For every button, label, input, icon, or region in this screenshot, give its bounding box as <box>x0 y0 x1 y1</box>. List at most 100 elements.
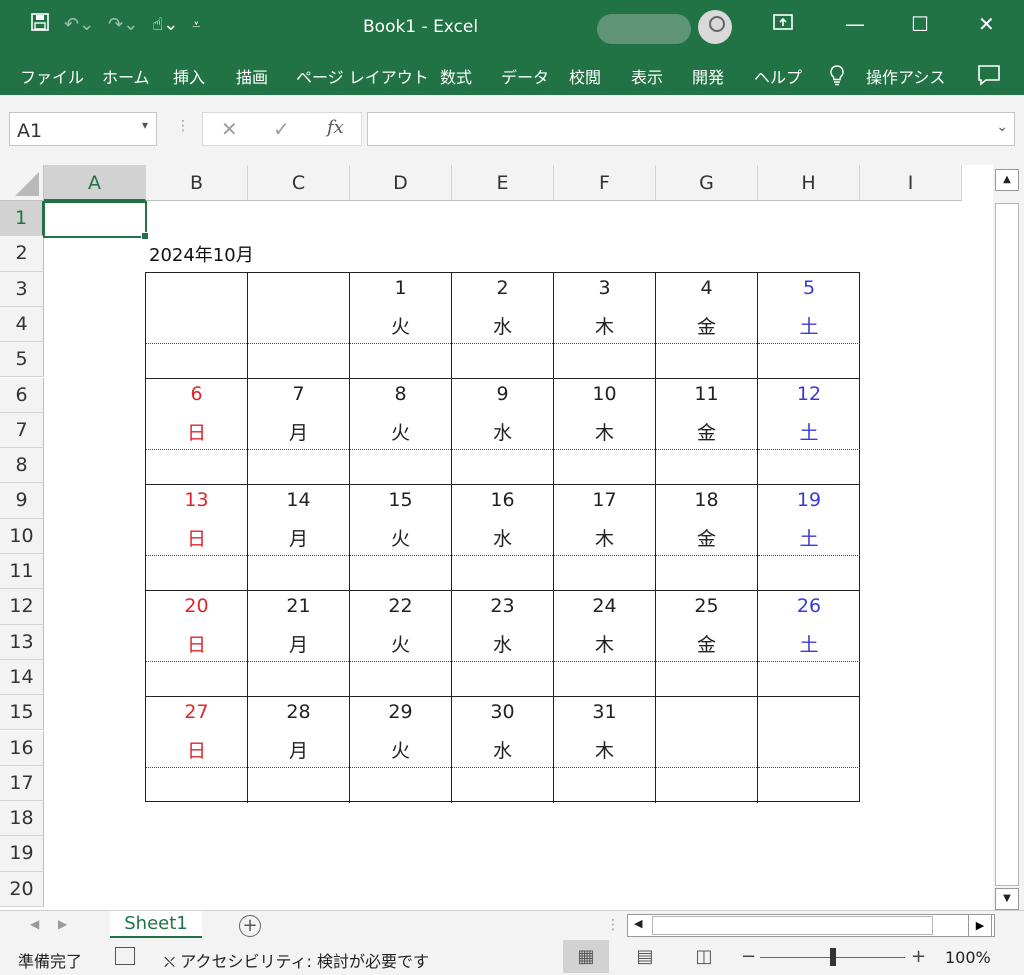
calendar-day-cell[interactable]: 13 日 <box>146 485 248 591</box>
calendar-day-cell[interactable]: 29 火 <box>350 697 452 803</box>
name-box[interactable]: A1 ▾ <box>9 112 157 146</box>
comments-icon[interactable] <box>977 64 1001 90</box>
formula-input[interactable]: ⌄ <box>367 112 1015 146</box>
select-all-button[interactable] <box>0 165 44 201</box>
account-name[interactable] <box>597 14 691 44</box>
row-header-10[interactable]: 10 <box>0 518 44 554</box>
calendar-day-cell[interactable]: 14 月 <box>248 485 350 591</box>
minimize-icon[interactable]: — <box>845 12 865 36</box>
calendar-day-cell[interactable]: 12 土 <box>758 379 860 485</box>
column-header-a[interactable]: A <box>44 165 146 201</box>
calendar-day-cell[interactable]: 10 木 <box>554 379 656 485</box>
tab-data[interactable]: データ <box>501 64 549 88</box>
expand-formula-bar-icon[interactable]: ⌄ <box>996 119 1008 135</box>
zoom-level[interactable]: 100% <box>945 948 991 967</box>
accessibility-status[interactable]: ⛌ アクセシビリティ: 検討が必要です <box>164 948 429 972</box>
calendar-day-cell[interactable]: 4金 <box>656 273 758 379</box>
row-header-18[interactable]: 18 <box>0 801 44 837</box>
row-header-15[interactable]: 15 <box>0 695 44 731</box>
calendar-day-cell[interactable]: 26 土 <box>758 591 860 697</box>
horizontal-scroll-thumb[interactable] <box>652 916 933 935</box>
calendar-day-cell[interactable]: 24 木 <box>554 591 656 697</box>
tab-draw[interactable]: 描画 <box>236 64 268 88</box>
calendar-day-cell[interactable] <box>248 273 350 379</box>
row-header-2[interactable]: 2 <box>0 236 44 272</box>
avatar[interactable] <box>698 10 732 44</box>
undo-icon[interactable]: ↶⌄ <box>64 14 94 35</box>
column-header-b[interactable]: B <box>146 165 248 201</box>
vertical-scrollbar[interactable]: ▲ ▼ <box>993 165 1024 910</box>
chevron-down-icon[interactable]: ▾ <box>142 118 148 132</box>
calendar-day-cell[interactable]: 15 火 <box>350 485 452 591</box>
calendar-day-cell[interactable]: 2水 <box>452 273 554 379</box>
zoom-out-icon[interactable]: − <box>741 946 756 967</box>
scroll-down-icon[interactable]: ▼ <box>995 888 1019 910</box>
resize-handle-icon[interactable]: ⋮ <box>176 118 190 134</box>
row-header-17[interactable]: 17 <box>0 765 44 802</box>
calendar-day-cell[interactable]: 28 月 <box>248 697 350 803</box>
column-header-e[interactable]: E <box>452 165 554 201</box>
calendar-day-cell[interactable] <box>146 273 248 379</box>
enter-icon[interactable]: ✓ <box>273 117 290 141</box>
row-header-6[interactable]: 6 <box>0 377 44 413</box>
tab-formulas[interactable]: 数式 <box>440 64 472 88</box>
row-header-9[interactable]: 9 <box>0 483 44 519</box>
tab-insert[interactable]: 挿入 <box>173 64 205 88</box>
calendar-day-cell[interactable]: 18 金 <box>656 485 758 591</box>
calendar-day-cell[interactable]: 7月 <box>248 379 350 485</box>
row-header-7[interactable]: 7 <box>0 412 44 449</box>
calendar-day-cell[interactable] <box>656 697 758 803</box>
calendar-day-cell[interactable]: 25 金 <box>656 591 758 697</box>
scroll-left-icon[interactable]: ◀ <box>634 917 642 930</box>
horizontal-scrollbar[interactable]: ◀ <box>627 914 995 937</box>
zoom-in-icon[interactable]: + <box>911 946 926 967</box>
row-header-5[interactable]: 5 <box>0 342 44 378</box>
calendar-day-cell[interactable]: 11 金 <box>656 379 758 485</box>
row-header-4[interactable]: 4 <box>0 306 44 343</box>
calendar-day-cell[interactable]: 9水 <box>452 379 554 485</box>
row-header-20[interactable]: 20 <box>0 871 44 907</box>
calendar-day-cell[interactable]: 1火 <box>350 273 452 379</box>
scroll-right-icon[interactable]: ▶ <box>968 914 992 937</box>
tab-home[interactable]: ホーム <box>102 64 150 88</box>
row-header-11[interactable]: 11 <box>0 554 44 590</box>
row-header-3[interactable]: 3 <box>0 271 44 307</box>
resize-handle-icon[interactable]: ⋮ <box>606 917 620 933</box>
column-header-f[interactable]: F <box>554 165 656 201</box>
calendar-day-cell[interactable]: 8火 <box>350 379 452 485</box>
row-header-1[interactable]: 1 <box>0 201 44 237</box>
save-icon[interactable] <box>30 12 50 37</box>
next-sheet-icon[interactable]: ▶ <box>58 917 67 931</box>
calendar-day-cell[interactable]: 5土 <box>758 273 860 379</box>
tab-help[interactable]: ヘルプ <box>754 64 802 88</box>
calendar-day-cell[interactable]: 23 水 <box>452 591 554 697</box>
active-cell-a1[interactable] <box>43 201 149 240</box>
calendar-day-cell[interactable]: 31 木 <box>554 697 656 803</box>
zoom-slider-thumb[interactable] <box>830 948 836 966</box>
add-sheet-icon[interactable]: + <box>239 915 261 937</box>
ribbon-display-icon[interactable] <box>772 12 794 37</box>
row-header-8[interactable]: 8 <box>0 448 44 484</box>
customize-qat-icon[interactable]: ⩡ <box>192 17 200 33</box>
prev-sheet-icon[interactable]: ◀ <box>30 917 39 931</box>
tab-file[interactable]: ファイル <box>20 64 84 88</box>
calendar-day-cell[interactable]: 27 日 <box>146 697 248 803</box>
normal-view-icon[interactable]: ▦ <box>563 940 609 973</box>
macro-record-icon[interactable] <box>115 947 135 965</box>
tab-review[interactable]: 校閲 <box>569 64 601 88</box>
column-header-i[interactable]: I <box>860 165 962 201</box>
page-break-view-icon[interactable]: ◫ <box>681 940 727 973</box>
column-header-h[interactable]: H <box>758 165 860 201</box>
calendar-day-cell[interactable]: 3木 <box>554 273 656 379</box>
cancel-icon[interactable]: ✕ <box>221 117 238 141</box>
tell-me-search[interactable]: 操作アシス <box>866 64 945 88</box>
sheet-tab-sheet1[interactable]: Sheet1 <box>110 911 202 938</box>
tab-view[interactable]: 表示 <box>631 64 663 88</box>
column-header-c[interactable]: C <box>248 165 350 201</box>
page-layout-view-icon[interactable]: ▤ <box>622 940 668 973</box>
calendar-day-cell[interactable]: 16 水 <box>452 485 554 591</box>
calendar-day-cell[interactable] <box>758 697 860 803</box>
calendar-day-cell[interactable]: 17 木 <box>554 485 656 591</box>
maximize-icon[interactable]: ☐ <box>911 12 929 36</box>
worksheet-grid[interactable]: ABCDEFGHI 1 2 3 4 5 6 7 8 9 10 11 12 13 14 15 16 17 18 19 2… <box>0 165 993 910</box>
